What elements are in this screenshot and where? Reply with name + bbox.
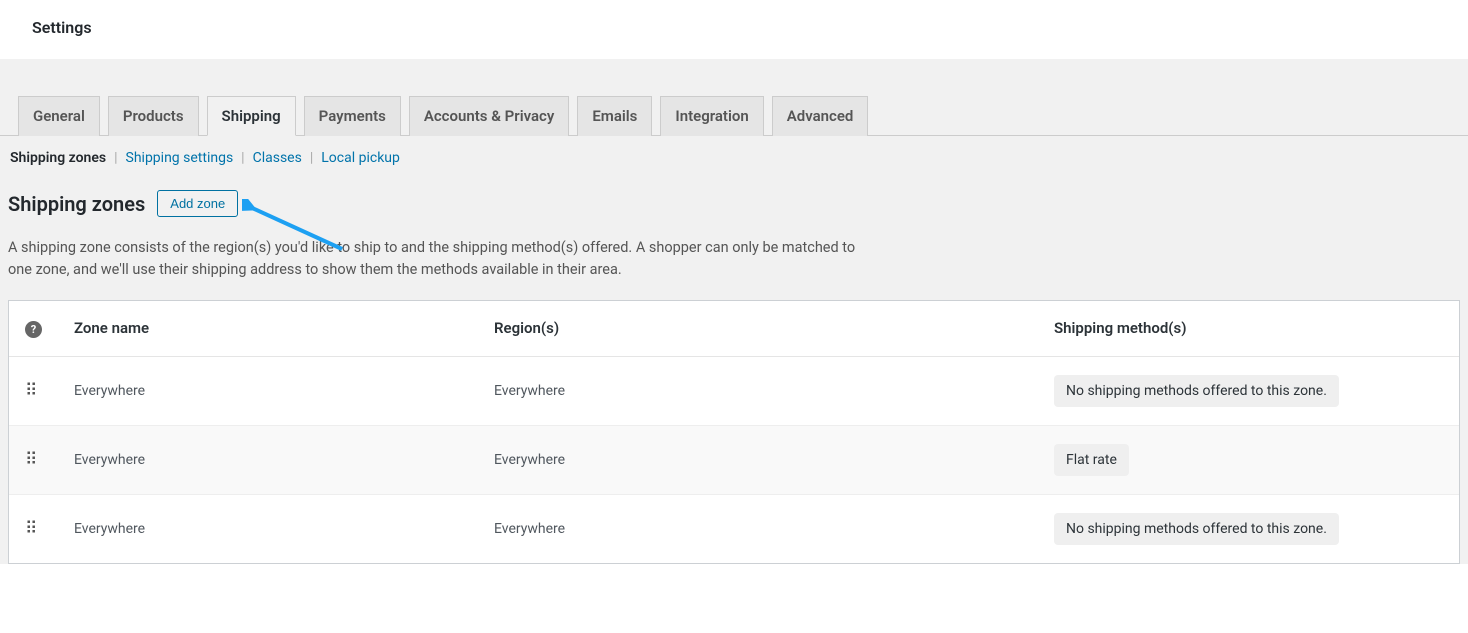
subtab-classes[interactable]: Classes [251, 150, 304, 166]
help-icon[interactable]: ? [25, 321, 42, 338]
drag-handle-icon[interactable]: ⠿ [25, 519, 36, 539]
th-regions: Region(s) [478, 301, 1038, 357]
shipping-method-badge: Flat rate [1054, 444, 1129, 476]
tab-emails[interactable]: Emails [577, 96, 652, 136]
shipping-method-badge: No shipping methods offered to this zone… [1054, 513, 1339, 545]
shipping-zones-table: ? Zone name Region(s) Shipping method(s)… [9, 301, 1459, 563]
drag-handle-icon[interactable]: ⠿ [25, 381, 36, 401]
th-zone-name: Zone name [58, 301, 478, 357]
subtab-shipping-settings[interactable]: Shipping settings [124, 150, 236, 166]
tab-integration[interactable]: Integration [660, 96, 763, 136]
zone-region-cell: Everywhere [478, 494, 1038, 563]
tab-general[interactable]: General [18, 96, 100, 136]
subtab-local-pickup[interactable]: Local pickup [319, 150, 402, 166]
zone-name-cell[interactable]: Everywhere [58, 356, 478, 425]
shipping-method-badge: No shipping methods offered to this zone… [1054, 375, 1339, 407]
tab-products[interactable]: Products [108, 96, 199, 136]
zone-region-cell: Everywhere [478, 356, 1038, 425]
tab-accounts-privacy[interactable]: Accounts & Privacy [409, 96, 570, 136]
table-row: ⠿ Everywhere Everywhere Flat rate [9, 425, 1459, 494]
zone-region-cell: Everywhere [478, 425, 1038, 494]
add-zone-button[interactable]: Add zone [157, 190, 238, 217]
table-row: ⠿ Everywhere Everywhere No shipping meth… [9, 494, 1459, 563]
subtabs: Shipping zones | Shipping settings | Cla… [0, 136, 1468, 172]
page-title: Settings [32, 18, 1436, 37]
tabs-row: General Products Shipping Payments Accou… [0, 59, 1468, 136]
drag-handle-icon[interactable]: ⠿ [25, 450, 36, 470]
zone-name-cell[interactable]: Everywhere [58, 494, 478, 563]
th-methods: Shipping method(s) [1038, 301, 1459, 357]
tab-payments[interactable]: Payments [304, 96, 401, 136]
tab-advanced[interactable]: Advanced [772, 96, 869, 136]
tab-shipping[interactable]: Shipping [207, 96, 296, 136]
table-row: ⠿ Everywhere Everywhere No shipping meth… [9, 356, 1459, 425]
section-description: A shipping zone consists of the region(s… [0, 223, 880, 300]
subtab-shipping-zones[interactable]: Shipping zones [8, 150, 108, 166]
section-heading: Shipping zones [8, 192, 145, 216]
zone-name-cell[interactable]: Everywhere [58, 425, 478, 494]
